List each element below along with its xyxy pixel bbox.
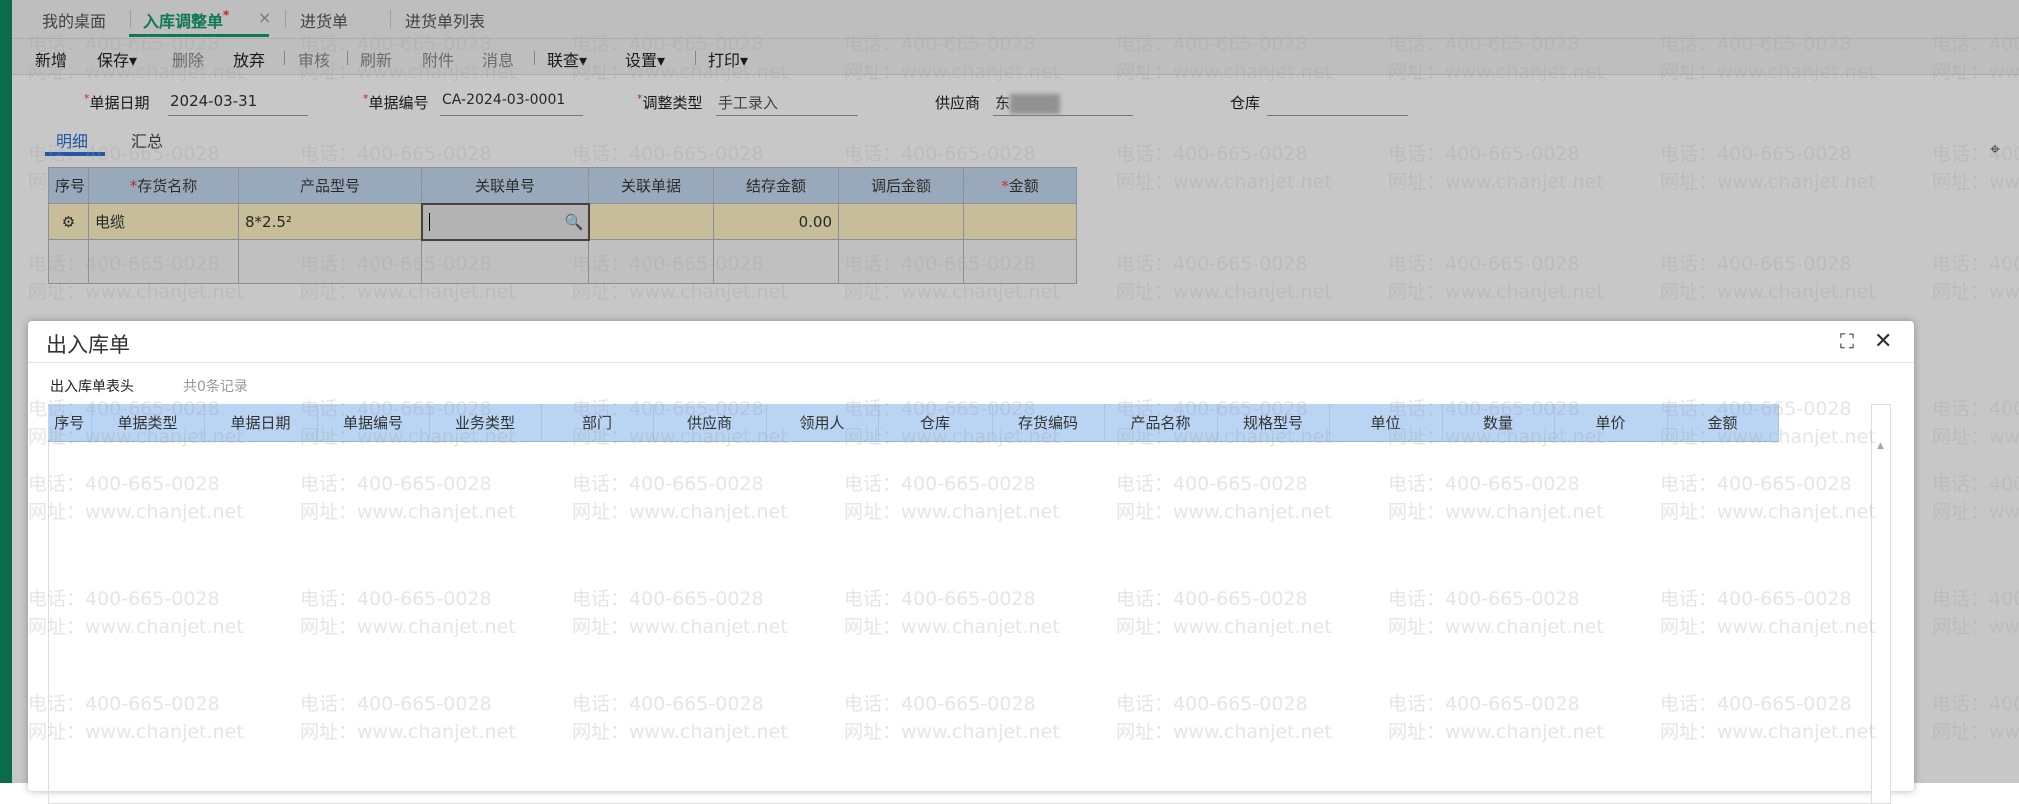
col-header: 供应商 (653, 404, 767, 442)
col-header: 单据日期 (204, 404, 318, 442)
dialog-table-header: 序号 单据类型 单据日期 单据编号 业务类型 部门 供应商 领用人 仓库 存货编码 产品名称 规格型号… (48, 404, 1779, 442)
dialog-header: 出入库单 ⛶ ✕ (28, 321, 1914, 363)
section-title: 出入库单表头 (50, 379, 134, 395)
dialog-table-body (48, 404, 1891, 804)
col-header: 产品名称 (1104, 404, 1218, 442)
record-count: 共0条记录 (183, 379, 248, 395)
stock-doc-dialog: 出入库单 ⛶ ✕ 出入库单表头 共0条记录 序号 单据类型 单据日期 单据编号 业务类型… (28, 321, 1914, 804)
col-header: 存货编码 (992, 404, 1105, 442)
col-header: 单位 (1329, 404, 1443, 442)
close-icon[interactable]: ✕ (1874, 329, 1892, 354)
dialog-title: 出入库单 (46, 333, 130, 357)
maximize-icon[interactable]: ⛶ (1840, 329, 1854, 353)
col-header: 单据编号 (317, 404, 430, 442)
col-header: 部门 (541, 404, 654, 442)
col-header: 数量 (1442, 404, 1555, 442)
col-header: 单据类型 (91, 404, 205, 442)
vertical-scrollbar[interactable]: ▲ (1871, 404, 1891, 804)
col-header: 序号 (48, 404, 92, 442)
col-header: 业务类型 (429, 404, 542, 442)
col-header: 仓库 (878, 404, 993, 442)
col-header: 金额 (1667, 404, 1779, 442)
col-header: 规格型号 (1217, 404, 1330, 442)
col-header: 单价 (1554, 404, 1668, 442)
scroll-up-icon[interactable]: ▲ (1877, 441, 1884, 451)
dialog-table: 序号 单据类型 单据日期 单据编号 业务类型 部门 供应商 领用人 仓库 存货编码 产品名称 规格型号… (48, 404, 1779, 442)
col-header: 领用人 (766, 404, 879, 442)
